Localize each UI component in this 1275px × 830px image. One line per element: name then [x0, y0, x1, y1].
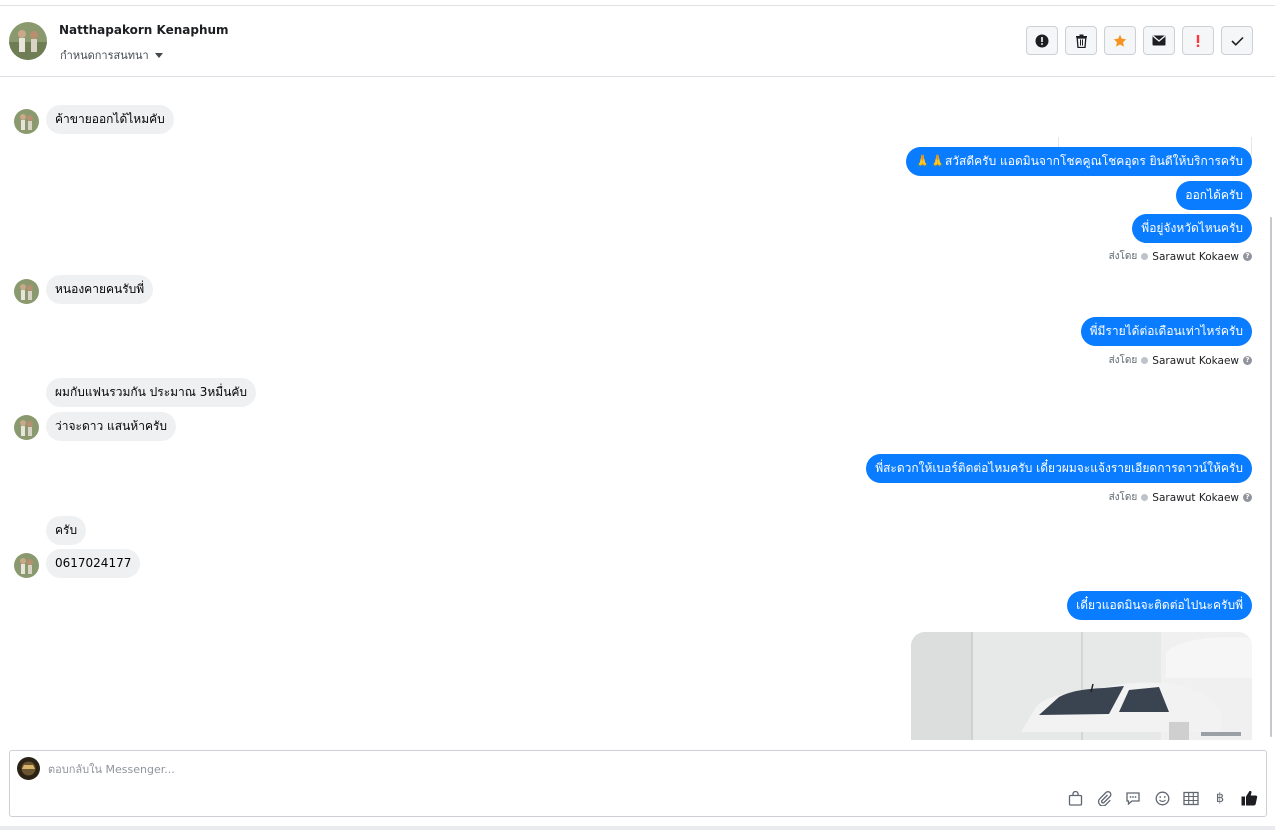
envelope-icon — [1152, 35, 1166, 46]
incoming-message: ครับ — [46, 516, 87, 545]
follow-up-button[interactable] — [1182, 26, 1214, 55]
sent-by-label: ส่งโดย — [1108, 355, 1138, 366]
agent-name[interactable]: Sarawut Kokaew — [1152, 251, 1239, 263]
sent-by-info: ส่งโดย Sarawut Kokaew ? — [1109, 249, 1252, 264]
car-photo-attachment[interactable] — [911, 632, 1252, 740]
help-icon[interactable]: ? — [1243, 356, 1252, 365]
like-icon[interactable] — [1240, 789, 1258, 807]
spam-report-button[interactable] — [1026, 26, 1058, 55]
incoming-message: ว่าจะดาว แสนห้าครับ — [46, 412, 177, 441]
outgoing-message[interactable]: ออกได้ครับ — [1176, 181, 1252, 210]
bag-icon[interactable] — [1066, 789, 1084, 807]
paperclip-icon[interactable] — [1095, 789, 1113, 807]
message-bubble[interactable]: ค้าขายออกได้ไหมคับ — [46, 105, 174, 134]
outgoing-message[interactable]: เดี๋ยวแอดมินจะติดต่อไปนะครับพี่ — [1067, 591, 1252, 620]
incoming-message: ค้าขายออกได้ไหมคับ — [46, 105, 174, 134]
agent-dot-icon — [1141, 253, 1149, 260]
reply-input[interactable] — [48, 763, 948, 776]
sent-by-label: ส่งโดย — [1108, 492, 1138, 503]
help-icon[interactable]: ? — [1243, 252, 1252, 261]
incoming-message: 0617024177 — [46, 549, 141, 578]
outgoing-message[interactable]: พี่สะดวกให้เบอร์ติดต่อไหมครับ เดี๋ยวผมจะ… — [866, 454, 1252, 483]
message-bubble[interactable]: ผมกับแฟนรวมกัน ประมาณ 3หมื่นคับ — [46, 378, 257, 407]
sender-avatar — [14, 415, 39, 440]
delete-button[interactable] — [1065, 26, 1097, 55]
agent-dot-icon — [1141, 494, 1149, 501]
caret-down-icon — [154, 52, 163, 58]
assign-label: กำหนดการสนทนา — [60, 49, 149, 62]
sent-by-info: ส่งโดย Sarawut Kokaew ? — [1109, 490, 1252, 505]
thread-scrollbar[interactable] — [1270, 217, 1272, 737]
sent-by-info: ส่งโดย Sarawut Kokaew ? — [1109, 353, 1252, 368]
assign-conversation-dropdown[interactable]: กำหนดการสนทนา — [60, 46, 163, 64]
star-icon — [1113, 34, 1127, 47]
message-bubble[interactable]: ครับ — [46, 516, 87, 545]
table-icon[interactable] — [1182, 789, 1200, 807]
message-bubble[interactable]: หนองคายคนรับพี่ — [46, 275, 154, 304]
message-bubble[interactable]: 0617024177 — [46, 549, 141, 578]
outgoing-message[interactable]: พี่อยู่จังหวัดไหนครับ — [1132, 214, 1252, 243]
mark-unread-button[interactable] — [1143, 26, 1175, 55]
contact-avatar[interactable] — [9, 22, 47, 60]
sent-by-label: ส่งโดย — [1108, 251, 1138, 262]
star-button[interactable] — [1104, 26, 1136, 55]
sender-avatar — [14, 553, 39, 578]
contact-name[interactable]: Natthapakorn Kenaphum — [59, 23, 229, 37]
mark-done-button[interactable] — [1221, 26, 1253, 55]
exclamation-icon — [1196, 34, 1200, 47]
check-icon — [1230, 36, 1244, 46]
conversation-header: Natthapakorn Kenaphum กำหนดการสนทนา — [0, 6, 1275, 77]
message-thread[interactable]: ค้าขายออกได้ไหมคับ 🙏🙏สวัสดีครับ แอดมินจา… — [0, 77, 1275, 740]
sender-avatar — [14, 279, 39, 304]
sender-avatar — [14, 109, 39, 134]
message-bubble[interactable]: ว่าจะดาว แสนห้าครับ — [46, 412, 177, 441]
baht-icon[interactable]: ฿ — [1211, 789, 1229, 807]
incoming-message: หนองคายคนรับพี่ — [46, 275, 154, 304]
alert-circle-icon — [1035, 34, 1049, 47]
trash-icon — [1075, 34, 1087, 48]
agent-dot-icon — [1141, 357, 1149, 364]
page-avatar — [17, 757, 40, 780]
header-actions — [1026, 26, 1253, 55]
outgoing-message[interactable]: 🙏🙏สวัสดีครับ แอดมินจากโชคคูณโชคอุดร ยินด… — [906, 147, 1252, 176]
agent-name[interactable]: Sarawut Kokaew — [1152, 492, 1239, 504]
saved-reply-icon[interactable] — [1124, 789, 1142, 807]
help-icon[interactable]: ? — [1243, 493, 1252, 502]
agent-name[interactable]: Sarawut Kokaew — [1152, 355, 1239, 367]
incoming-message: ผมกับแฟนรวมกัน ประมาณ 3หมื่นคับ — [46, 378, 257, 407]
reply-composer: ฿ — [9, 750, 1267, 817]
emoji-icon[interactable] — [1153, 789, 1171, 807]
outgoing-message[interactable]: พี่มีรายได้ต่อเดือนเท่าไหร่ครับ — [1080, 317, 1252, 346]
composer-toolbar: ฿ — [1066, 789, 1258, 807]
bottom-divider — [0, 826, 1275, 830]
